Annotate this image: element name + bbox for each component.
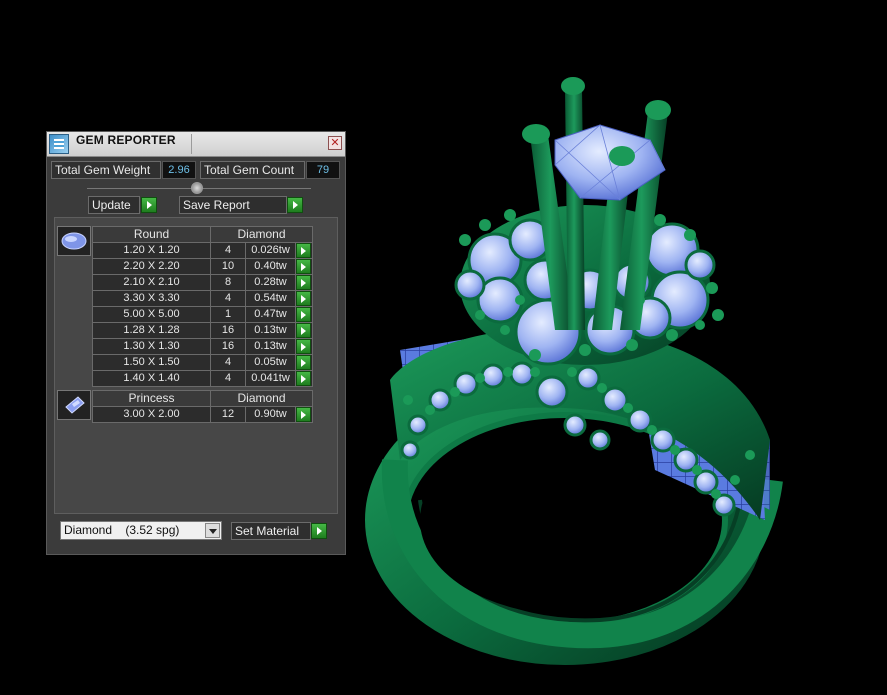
gem-reporter-panel: GEM REPORTER ✕ Total Gem Weight 2.96 Tot…: [46, 131, 346, 555]
row-select-button[interactable]: [295, 338, 313, 355]
table-row[interactable]: 3.00 X 2.00 12 0.90tw: [92, 406, 313, 423]
material-header: Diamond: [210, 226, 313, 243]
gem-weight: 0.041tw: [245, 370, 296, 387]
round-gem-table: Round Diamond 1.20 X 1.20 4 0.026tw 2.20 X…: [92, 226, 313, 387]
gem-size: 3.30 X 3.30: [92, 290, 211, 307]
table-row[interactable]: 1.50 X 1.50 4 0.05tw: [92, 354, 313, 371]
row-select-button[interactable]: [295, 406, 313, 423]
update-button[interactable]: Update: [88, 196, 140, 214]
table-row[interactable]: 1.40 X 1.40 4 0.041tw: [92, 370, 313, 387]
gem-size: 1.28 X 1.28: [92, 322, 211, 339]
row-select-button[interactable]: [295, 290, 313, 307]
princess-gem-icon: [57, 390, 91, 420]
shape-header: Round: [92, 226, 211, 243]
gem-qty: 1: [210, 306, 246, 323]
close-button[interactable]: ✕: [328, 136, 342, 150]
row-select-button[interactable]: [295, 242, 313, 259]
material-header: Diamond: [210, 390, 313, 407]
row-select-button[interactable]: [295, 258, 313, 275]
panel-splitter-handle[interactable]: [191, 182, 203, 194]
gem-qty: 16: [210, 338, 246, 355]
row-select-button[interactable]: [295, 322, 313, 339]
row-select-button[interactable]: [295, 370, 313, 387]
gem-size: 2.10 X 2.10: [92, 274, 211, 291]
gem-weight: 0.05tw: [245, 354, 296, 371]
gem-weight: 0.13tw: [245, 322, 296, 339]
gem-weight: 0.40tw: [245, 258, 296, 275]
princess-gem-table: Princess Diamond 3.00 X 2.00 12 0.90tw: [92, 390, 313, 423]
panel-titlebar[interactable]: GEM REPORTER ✕: [47, 132, 345, 157]
total-gem-weight-value: 2.96: [162, 161, 196, 179]
gem-size: 1.20 X 1.20: [92, 242, 211, 259]
material-select[interactable]: Diamond (3.52 spg): [60, 521, 222, 540]
gem-size: 1.40 X 1.40: [92, 370, 211, 387]
save-report-arrow-button[interactable]: [287, 197, 303, 213]
gem-size: 1.30 X 1.30: [92, 338, 211, 355]
gem-weight: 0.28tw: [245, 274, 296, 291]
round-group-header: Round Diamond: [92, 226, 313, 243]
gem-qty: 12: [210, 406, 246, 423]
gem-size: 2.20 X 2.20: [92, 258, 211, 275]
gem-weight: 0.47tw: [245, 306, 296, 323]
gem-qty: 4: [210, 354, 246, 371]
table-row[interactable]: 5.00 X 5.00 1 0.47tw: [92, 306, 313, 323]
gem-reporter-icon: [49, 134, 69, 154]
total-gem-count-label: Total Gem Count: [200, 161, 305, 179]
gem-weight: 0.54tw: [245, 290, 296, 307]
gem-qty: 4: [210, 370, 246, 387]
gem-weight: 0.90tw: [245, 406, 296, 423]
table-row[interactable]: 1.30 X 1.30 16 0.13tw: [92, 338, 313, 355]
gem-qty: 16: [210, 322, 246, 339]
panel-title: GEM REPORTER: [76, 133, 176, 147]
update-arrow-button[interactable]: [141, 197, 157, 213]
table-row[interactable]: 2.10 X 2.10 8 0.28tw: [92, 274, 313, 291]
gem-size: 5.00 X 5.00: [92, 306, 211, 323]
gem-table-area: Round Diamond 1.20 X 1.20 4 0.026tw 2.20 X…: [54, 217, 338, 514]
princess-group-header: Princess Diamond: [92, 390, 313, 407]
set-material-button[interactable]: Set Material: [231, 522, 311, 540]
gem-weight: 0.026tw: [245, 242, 296, 259]
total-gem-count-value: 79: [306, 161, 340, 179]
table-row[interactable]: 1.28 X 1.28 16 0.13tw: [92, 322, 313, 339]
titlebar-divider: [191, 134, 192, 154]
set-material-arrow-button[interactable]: [311, 523, 327, 539]
row-select-button[interactable]: [295, 306, 313, 323]
row-select-button[interactable]: [295, 354, 313, 371]
gem-weight: 0.13tw: [245, 338, 296, 355]
total-gem-weight-label: Total Gem Weight: [51, 161, 161, 179]
gem-size: 1.50 X 1.50: [92, 354, 211, 371]
row-select-button[interactable]: [295, 274, 313, 291]
table-row[interactable]: 2.20 X 2.20 10 0.40tw: [92, 258, 313, 275]
gem-qty: 4: [210, 242, 246, 259]
halo-cluster: [454, 205, 724, 366]
shape-header: Princess: [92, 390, 211, 407]
gem-qty: 4: [210, 290, 246, 307]
gem-size: 3.00 X 2.00: [92, 406, 211, 423]
chevron-down-icon[interactable]: [205, 523, 220, 538]
save-report-button[interactable]: Save Report: [179, 196, 287, 214]
table-row[interactable]: 3.30 X 3.30 4 0.54tw: [92, 290, 313, 307]
material-select-value: Diamond (3.52 spg): [64, 523, 180, 537]
table-row[interactable]: 1.20 X 1.20 4 0.026tw: [92, 242, 313, 259]
round-gem-icon: [57, 226, 91, 256]
gem-qty: 10: [210, 258, 246, 275]
gem-qty: 8: [210, 274, 246, 291]
